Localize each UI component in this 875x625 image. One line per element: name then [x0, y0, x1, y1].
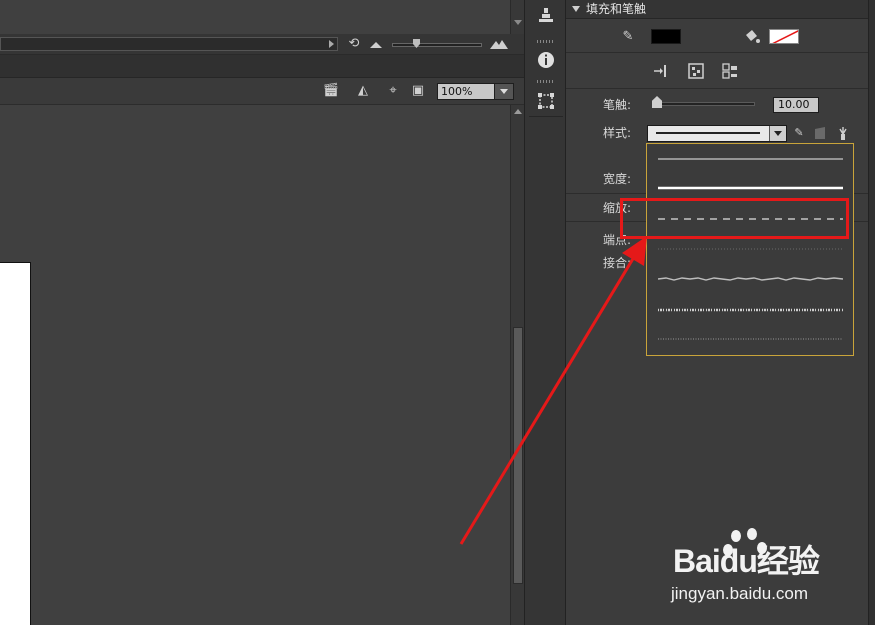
join-label: 接合: [603, 256, 632, 270]
style-label: 样式: [603, 126, 632, 140]
style-option-hatched[interactable] [658, 336, 843, 342]
scrollbar-thumb[interactable] [513, 327, 523, 584]
stroke-style-select[interactable] [647, 125, 787, 142]
width-profile-icon[interactable] [813, 125, 827, 141]
align-panel-icon[interactable] [536, 6, 556, 26]
panel-dock [524, 0, 566, 625]
style-option-dotted[interactable] [658, 246, 843, 252]
pencil-icon: ✎ [622, 29, 634, 44]
dock-separator [529, 116, 563, 117]
align-distribute-icon[interactable] [722, 63, 738, 79]
panel-edge [868, 0, 875, 625]
annotation-highlight-box [620, 198, 849, 239]
stroke-label: 笔触: [603, 98, 632, 112]
stage-canvas[interactable] [0, 105, 510, 625]
edit-style-pencil-icon[interactable]: ✎ [792, 125, 806, 141]
collapse-triangle-icon[interactable] [572, 6, 580, 12]
document-tabs-strip [0, 55, 524, 78]
paint-bucket-icon [743, 29, 761, 45]
scroll-down-arrow-icon[interactable] [514, 20, 522, 25]
zoom-value: 100% [441, 85, 473, 98]
stroke-style-dropdown[interactable] [646, 143, 854, 356]
fill-color-swatch[interactable] [769, 29, 799, 44]
align-grid-icon[interactable] [688, 63, 704, 79]
transform-icon[interactable] [536, 91, 556, 111]
mountain-large-icon[interactable] [490, 39, 508, 49]
zoom-select[interactable]: 100% [437, 83, 514, 100]
panel-top-strip [0, 0, 510, 34]
style-option-solid[interactable] [658, 185, 843, 191]
scroll-right-arrow-icon[interactable] [329, 40, 334, 48]
info-icon[interactable] [536, 50, 556, 70]
scroll-up-arrow-icon[interactable] [514, 109, 522, 114]
stage-vertical-scrollbar[interactable] [510, 105, 524, 625]
clip-stage-icon[interactable]: ▣ [407, 83, 429, 99]
watermark-url: jingyan.baidu.com [671, 584, 809, 603]
align-to-path-icon[interactable] [652, 63, 668, 79]
top-scrollbar[interactable] [510, 0, 525, 34]
section-title: 填充和笔触 [586, 2, 647, 16]
stroke-color-swatch[interactable] [651, 29, 681, 44]
watermark-brand: Baidu经验 [673, 543, 820, 579]
timeline-zoom-slider[interactable] [392, 43, 482, 47]
stroke-value-input[interactable]: 10.00 [773, 97, 819, 113]
style-option-hairline[interactable] [658, 156, 843, 162]
brush-library-icon[interactable] [836, 125, 850, 141]
clapper-board-icon[interactable]: 🎬︎ [320, 83, 342, 99]
style-option-stipple[interactable] [658, 306, 843, 314]
selected-style-preview [656, 132, 760, 134]
dock-grip[interactable] [537, 80, 555, 83]
loop-icon[interactable]: ⟲ [346, 36, 362, 52]
timeline-scrollbar[interactable] [0, 37, 338, 51]
style-option-ragged[interactable] [658, 275, 843, 283]
dock-grip[interactable] [537, 40, 555, 43]
chevron-down-icon[interactable] [769, 126, 786, 141]
center-stage-icon[interactable]: ⌖ [382, 83, 404, 99]
row-separator [566, 52, 868, 53]
chevron-down-icon[interactable] [494, 84, 513, 99]
width-label: 宽度: [603, 172, 632, 186]
mountain-small-icon[interactable] [370, 40, 382, 48]
row-separator [566, 88, 868, 89]
artboard[interactable] [0, 262, 31, 625]
symbol-edit-icon[interactable]: ◭ [352, 83, 374, 99]
stroke-slider[interactable] [657, 102, 755, 106]
